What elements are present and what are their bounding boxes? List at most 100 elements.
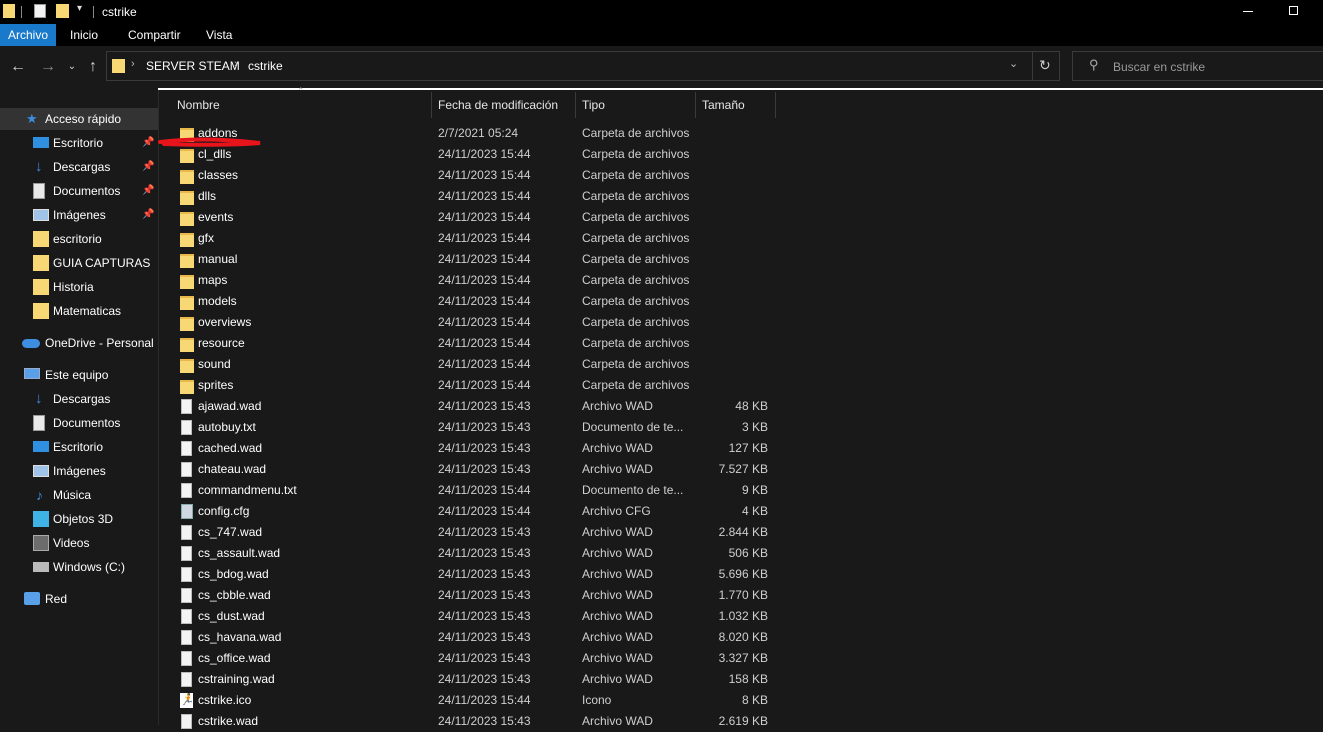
file-row[interactable]: cs_assault.wad 24/11/2023 15:43 Archivo WA… [172, 543, 776, 564]
file-name: chateau.wad [198, 462, 267, 476]
file-row[interactable]: cs_747.wad 24/11/2023 15:43 Archivo WAD 2.8… [172, 522, 776, 543]
file-row[interactable]: cstrike.wad 24/11/2023 15:43 Archivo WAD 2.… [172, 711, 776, 732]
file-name: cs_assault.wad [198, 546, 281, 560]
file-row[interactable]: cs_dust.wad 24/11/2023 15:43 Archivo WAD 1.… [172, 606, 776, 627]
file-name: maps [198, 273, 228, 287]
pin-icon[interactable]: 📌 [142, 132, 154, 154]
this-pc-item[interactable]: ♪ Música [0, 484, 158, 506]
this-pc-item-label: Objetos 3D [53, 512, 114, 526]
pin-icon[interactable]: 📌 [142, 180, 154, 202]
file-row[interactable]: chateau.wad 24/11/2023 15:43 Archivo WAD 7.… [172, 459, 776, 480]
file-row[interactable]: sound 24/11/2023 15:44 Carpeta de archivos [172, 354, 776, 375]
file-type: Archivo WAD [582, 399, 653, 413]
quick-access-item[interactable]: Imágenes 📌 [0, 204, 158, 226]
this-pc-item[interactable]: Imágenes [0, 460, 158, 482]
file-row[interactable]: config.cfg 24/11/2023 15:44 Archivo CFG 4 K… [172, 501, 776, 522]
file-row[interactable]: cs_havana.wad 24/11/2023 15:43 Archivo WAD… [172, 627, 776, 648]
column-header-date[interactable]: Fecha de modificación [432, 92, 576, 118]
this-pc-item[interactable]: Videos [0, 532, 158, 554]
search-box[interactable]: ⚲ Buscar en cstrike [1072, 51, 1323, 81]
new-folder-icon[interactable] [56, 4, 69, 18]
minimize-icon[interactable] [1243, 11, 1253, 12]
quick-access-divider [21, 6, 22, 18]
nav-network[interactable]: Red [0, 588, 158, 610]
file-icon [181, 546, 192, 561]
documents-icon [33, 183, 45, 199]
maximize-icon[interactable] [1289, 6, 1298, 15]
file-row[interactable]: commandmenu.txt 24/11/2023 15:44 Documento… [172, 480, 776, 501]
file-row[interactable]: cs_cbble.wad 24/11/2023 15:43 Archivo WAD 1… [172, 585, 776, 606]
address-bar[interactable]: › SERVER STEAM › cstrike ⌄ ↻ [106, 51, 1060, 81]
back-arrow-icon[interactable]: ← [9, 58, 27, 76]
file-row[interactable]: models 24/11/2023 15:44 Carpeta de archivo… [172, 291, 776, 312]
tab-compartir-label: Compartir [128, 28, 181, 42]
tab-archivo[interactable]: Archivo [0, 24, 56, 46]
this-pc-item[interactable]: Objetos 3D [0, 508, 158, 530]
file-row[interactable]: gfx 24/11/2023 15:44 Carpeta de archivos [172, 228, 776, 249]
recent-locations-icon[interactable]: ⌄ [63, 58, 81, 76]
file-row[interactable]: events 24/11/2023 15:44 Carpeta de archivo… [172, 207, 776, 228]
file-row[interactable]: classes 24/11/2023 15:44 Carpeta de archiv… [172, 165, 776, 186]
column-name-label: Nombre [177, 98, 220, 112]
properties-icon[interactable] [34, 4, 46, 18]
quick-access-item[interactable]: Documentos 📌 [0, 180, 158, 202]
file-row[interactable]: cstraining.wad 24/11/2023 15:43 Archivo WA… [172, 669, 776, 690]
quick-access-item[interactable]: Matematicas [0, 300, 158, 322]
address-divider [1032, 52, 1033, 80]
folder-icon [180, 275, 194, 289]
file-type: Carpeta de archivos [582, 126, 690, 140]
file-row[interactable]: cstrike.ico 24/11/2023 15:44 Icono 8 KB [172, 690, 776, 711]
download-icon: ↓ [35, 158, 43, 175]
file-row[interactable]: manual 24/11/2023 15:44 Carpeta de archivo… [172, 249, 776, 270]
pin-icon[interactable]: 📌 [142, 204, 154, 226]
file-size: 127 KB [728, 441, 768, 455]
tab-inicio[interactable]: Inicio [70, 24, 98, 46]
this-pc-item[interactable]: Windows (C:) [0, 556, 158, 578]
file-row[interactable]: overviews 24/11/2023 15:44 Carpeta de arch… [172, 312, 776, 333]
file-icon [181, 651, 192, 666]
nav-this-pc[interactable]: Este equipo [0, 364, 158, 386]
address-dropdown-icon[interactable]: ⌄ [1009, 57, 1018, 70]
file-row[interactable]: dlls 24/11/2023 15:44 Carpeta de archivos [172, 186, 776, 207]
file-row[interactable]: autobuy.txt 24/11/2023 15:43 Documento de … [172, 417, 776, 438]
this-pc-item-label: Windows (C:) [53, 560, 126, 574]
file-name: sprites [198, 378, 234, 392]
customize-toolbar-icon[interactable]: ▾ [77, 3, 82, 14]
breadcrumb-separator-icon: › [131, 58, 135, 70]
refresh-icon[interactable]: ↻ [1039, 57, 1051, 74]
this-pc-item[interactable]: Escritorio [0, 436, 158, 458]
breadcrumb-cstrike[interactable]: cstrike [248, 59, 283, 73]
quick-access-item[interactable]: GUIA CAPTURAS [0, 252, 158, 274]
folder-icon [33, 279, 49, 295]
file-row[interactable]: cs_bdog.wad 24/11/2023 15:43 Archivo WAD 5.… [172, 564, 776, 585]
quick-access-item[interactable]: Historia [0, 276, 158, 298]
file-date: 24/11/2023 15:44 [438, 273, 531, 287]
this-pc-item[interactable]: Documentos [0, 412, 158, 434]
file-row[interactable]: cached.wad 24/11/2023 15:43 Archivo WAD 127… [172, 438, 776, 459]
file-row[interactable]: ajawad.wad 24/11/2023 15:43 Archivo WAD 48 … [172, 396, 776, 417]
quick-access-item[interactable]: Escritorio 📌 [0, 132, 158, 154]
nav-quick-access[interactable]: ★ Acceso rápido [0, 108, 158, 130]
nav-onedrive[interactable]: OneDrive - Personal [0, 332, 158, 354]
up-arrow-icon[interactable]: ↑ [84, 58, 102, 76]
tab-vista-label: Vista [206, 28, 233, 42]
breadcrumb-server-steam[interactable]: SERVER STEAM [146, 59, 240, 73]
file-row[interactable]: cs_office.wad 24/11/2023 15:43 Archivo WAD… [172, 648, 776, 669]
pin-icon[interactable]: 📌 [142, 156, 154, 178]
file-row[interactable]: sprites 24/11/2023 15:44 Carpeta de archiv… [172, 375, 776, 396]
file-row[interactable]: resource 24/11/2023 15:44 Carpeta de archi… [172, 333, 776, 354]
file-type: Carpeta de archivos [582, 273, 690, 287]
column-header-name[interactable]: Nombre [171, 92, 432, 118]
quick-access-item[interactable]: escritorio [0, 228, 158, 250]
content-top-border [158, 88, 1323, 90]
file-row[interactable]: maps 24/11/2023 15:44 Carpeta de archivos [172, 270, 776, 291]
column-header-type[interactable]: Tipo [576, 92, 696, 118]
quick-access-item[interactable]: ↓ Descargas 📌 [0, 156, 158, 178]
tab-compartir[interactable]: Compartir [128, 24, 181, 46]
this-pc-item[interactable]: ↓ Descargas [0, 388, 158, 410]
tab-vista[interactable]: Vista [206, 24, 232, 46]
file-date: 24/11/2023 15:44 [438, 315, 531, 329]
forward-arrow-icon[interactable]: → [39, 58, 57, 76]
music-icon: ♪ [36, 487, 43, 503]
column-header-size[interactable]: Tamaño [696, 92, 776, 118]
